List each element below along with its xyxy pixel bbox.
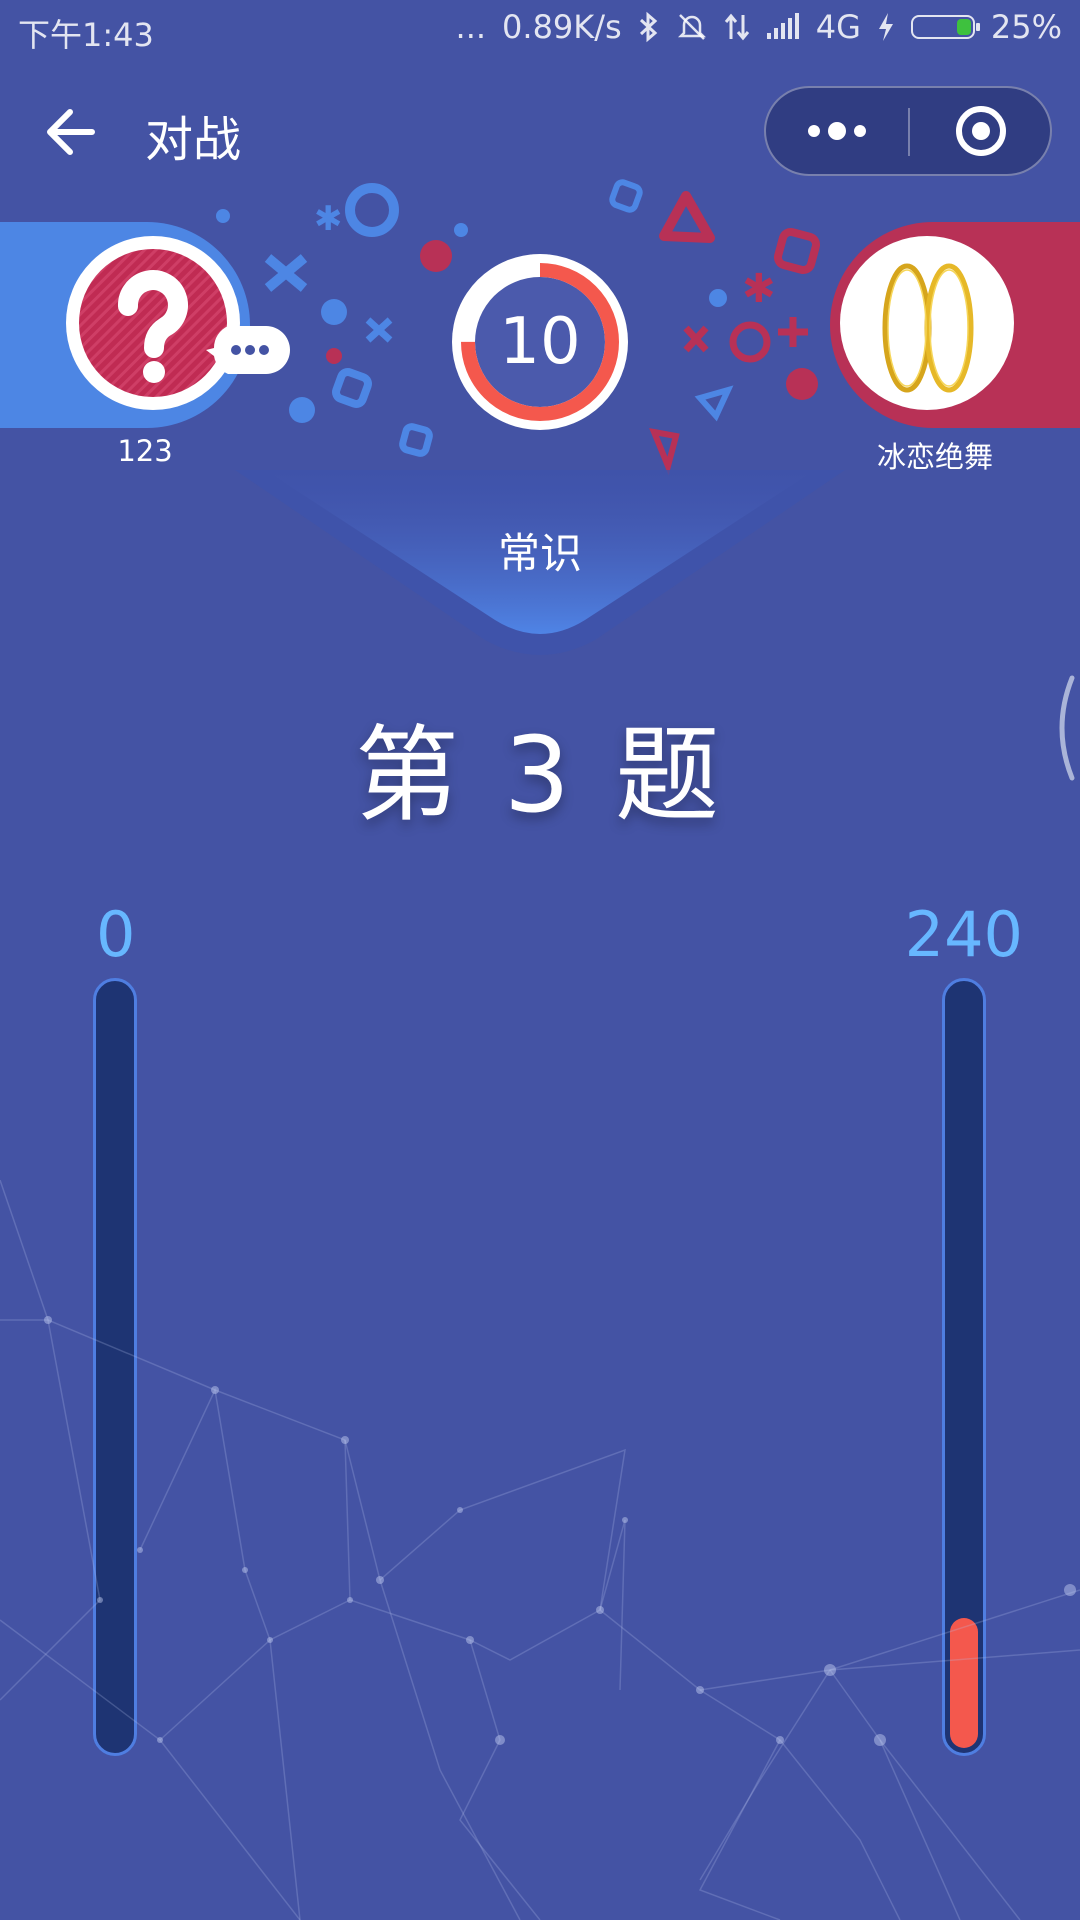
- player-left-score: 0: [96, 898, 136, 971]
- network-speed: 0.89K/s: [502, 8, 622, 46]
- earrings-icon: [882, 263, 974, 393]
- question-number: 第 3 题: [354, 714, 726, 836]
- battery-icon: [910, 15, 980, 39]
- side-pull-handle[interactable]: [1044, 668, 1080, 788]
- player-right-name: 冰恋绝舞: [876, 440, 993, 474]
- target-close-icon: [956, 106, 1006, 156]
- status-dots: ...: [455, 8, 487, 46]
- player-right-avatar[interactable]: [840, 236, 1014, 410]
- more-button[interactable]: [766, 88, 908, 174]
- status-bar: 下午1:43 ... 0.89K/s 4G 25%: [0, 0, 1080, 60]
- more-dots-icon: [808, 122, 866, 140]
- page-title: 对战: [145, 112, 242, 168]
- timer-seconds: 10: [499, 305, 581, 379]
- category-label: 常识: [497, 529, 582, 578]
- network-background: [0, 1180, 1080, 1920]
- player-left-name: 123: [117, 434, 173, 468]
- mute-icon: [677, 14, 706, 40]
- svg-text:✱: ✱: [742, 266, 776, 312]
- signal-icon: [766, 13, 799, 39]
- close-button[interactable]: [910, 88, 1052, 174]
- back-button[interactable]: [40, 100, 104, 164]
- data-arrows-icon: [724, 13, 749, 41]
- status-time: 下午1:43: [18, 16, 154, 54]
- network-type: 4G: [815, 8, 861, 46]
- status-right: ... 0.89K/s 4G 25%: [456, 8, 1062, 46]
- typing-bubble-icon: [206, 320, 290, 380]
- charging-icon: [878, 13, 893, 41]
- battery-percent: 25%: [990, 8, 1062, 46]
- svg-text:✱: ✱: [314, 199, 343, 239]
- capsule-menu: [764, 86, 1052, 176]
- nav-bar: 对战: [0, 80, 1080, 180]
- player-right-score: 240: [904, 898, 1023, 971]
- back-arrow-icon: [47, 109, 95, 155]
- bluetooth-icon: [639, 11, 657, 43]
